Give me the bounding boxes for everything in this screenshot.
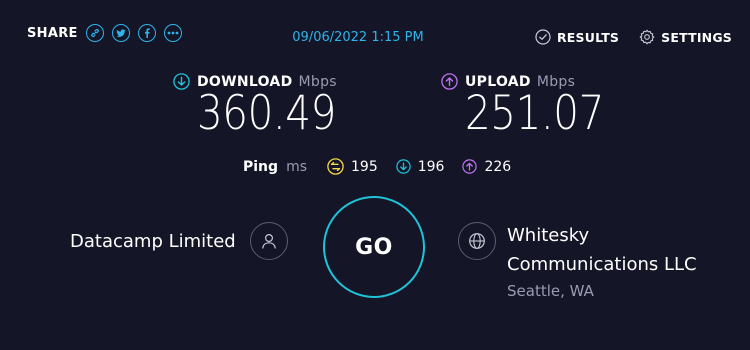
settings-label: SETTINGS [661,29,732,45]
download-arrow-icon [173,73,190,90]
isp-user-button[interactable] [250,222,288,260]
isp-name: Datacamp Limited [70,231,236,252]
download-metric: DOWNLOAD Mbps 360.49 [173,73,358,140]
download-value: 360.49 [197,86,336,141]
globe-icon [469,233,485,249]
person-icon [262,233,276,249]
upload-metric: UPLOAD Mbps 251.07 [441,73,626,140]
ping-download[interactable]: 196 [396,158,445,175]
ping-download-value: 196 [417,158,445,175]
download-latency-icon [396,159,411,174]
server-location: Seattle, WA [507,282,594,300]
ping-upload-value: 226 [484,158,512,175]
upload-latency-icon [462,159,478,174]
upload-arrow-icon [441,73,458,90]
top-right-nav: RESULTS SETTINGS [515,29,732,45]
settings-button[interactable]: SETTINGS [639,29,732,45]
idle-latency-icon [327,158,344,175]
go-button[interactable]: GO [323,196,425,298]
server-name: Whitesky Communications LLC [507,225,697,275]
change-server-button[interactable] [458,222,496,260]
results-button[interactable]: RESULTS [535,29,619,45]
results-label: RESULTS [556,29,620,45]
upload-value: 251.07 [465,86,604,141]
ping-label: Ping [243,158,279,175]
ping-idle-value: 195 [351,158,378,175]
check-circle-icon [535,29,551,45]
gear-icon [639,29,655,45]
ping-upload[interactable]: 226 [462,159,511,175]
ping-unit: ms [286,158,307,175]
server-info: Whitesky Communications LLC Seattle, WA [507,221,737,300]
speedtest-page: SHARE 09/06/2022 1:15 PM RESULTS SETTING… [0,0,750,350]
ping-row: Ping ms 195 196 226 [243,158,529,175]
ping-idle[interactable]: 195 [327,158,378,175]
